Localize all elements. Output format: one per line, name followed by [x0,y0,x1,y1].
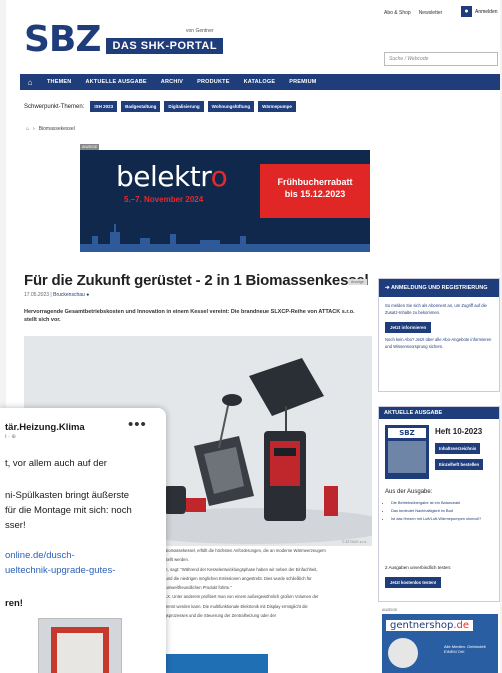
post-author[interactable]: tär.Heizung.Klima [5,422,85,433]
nav-item-archiv[interactable]: ARCHIV [154,79,190,85]
article-meta: 17.05.2023 | Bruckenschau ● [24,292,90,298]
body-line: estellt werden. [162,557,189,563]
skyline-graphic [80,224,370,252]
topic-badgestaltung[interactable]: Badgestaltung [121,101,161,112]
image-content [57,633,103,673]
article-lead: Hervorragende Gesamtbetriebskosten und I… [24,309,355,323]
issue-heading: AKTUELLE AUSGABE [379,407,499,419]
topic-wohnungslueftung[interactable]: Wohnungslüftung [207,101,255,112]
site-logo[interactable]: SBZ DAS SHK-PORTAL [24,19,224,60]
promo-line-2: bis 15.12.2023 [284,189,346,199]
banner-brand-b: o [210,160,228,193]
breadcrumb-current: Biomassekessel [38,126,75,132]
topics-bar: Schwerpunkt-Themen: ISH 2023 Badgestaltu… [24,101,296,112]
current-issue-box: AKTUELLE AUSGABE SBZ Heft 10-2023 Inhalt… [378,406,500,602]
topic-ish[interactable]: ISH 2023 [90,101,118,112]
home-icon[interactable]: ⌂ [26,126,29,132]
post-line: sser! [5,520,26,531]
portal-label: DAS SHK-PORTAL [106,38,224,54]
gentnershop-logo: gentnershop.de [386,620,474,631]
banner-brand-a: belektr [116,160,211,193]
search-input[interactable]: Suche / Webcode [384,52,498,66]
logo-text: SBZ [24,19,101,60]
post-link[interactable]: online.de/dusch- [5,550,75,561]
nav-item-premium[interactable]: PREMIUM [282,79,323,85]
article-date: 17.05.2023 [24,292,50,298]
post-line: ren! [5,598,23,609]
gentnershop-text: Alle Medien. Gebündelt EINEM Ort! [444,644,486,654]
post-line: ni-Spülkasten bringt äußerste [5,490,130,501]
nav-item-themen[interactable]: THEMEN [40,79,78,85]
home-icon[interactable]: ⌂ [20,78,40,87]
issue-cover[interactable]: SBZ [385,425,429,479]
body-line: ngsprozesses und die Steuerung der Zentr… [162,613,277,619]
body-line: d umweltfreundlichen Produkt führte." [162,585,232,591]
nav-item-aktuelle-ausgabe[interactable]: AKTUELLE AUSGABE [78,79,153,85]
issue-title: Heft 10-2023 [435,427,483,436]
topic-digitalisierung[interactable]: Digitalisierung [164,101,204,112]
more-options-icon[interactable]: ••• [128,416,147,433]
info-icon: ● [86,292,90,298]
top-links: Abo & Shop Newsletter [384,10,442,16]
newsletter-link[interactable]: Newsletter [419,10,443,16]
gentner-emblem [388,638,418,668]
user-icon: ● [461,6,472,17]
gn-brand-a: gentnershop [390,620,454,631]
photo-credit: © ATTACK s.r.o. [342,540,368,544]
body-line: r Biomassekessel, erfüllt die höchsten A… [162,548,326,553]
issue-from-label: Aus der Ausgabe: [385,489,433,495]
chevron-right-icon: › [33,126,35,132]
toc-button[interactable]: Inhaltsverzeichnis [435,443,481,454]
body-line: CK, sagt: "Während der Kesselentwicklung… [162,566,318,572]
login-heading-text: ANMELDUNG UND REGISTRIERUNG [390,285,488,291]
gn-brand-b: .de [453,620,470,631]
free-trial-button[interactable]: Jetzt kostenlos testen! [385,577,442,588]
blue-box[interactable] [162,654,268,673]
order-issue-button[interactable]: Einzelheft bestellen [435,459,484,470]
body-line: rbrennt werden kann. Die multifunktional… [162,603,308,609]
post-image[interactable] [38,618,122,673]
breadcrumb: ⌂ › Biomassekessel [26,126,75,132]
list-item[interactable]: Ist das Heizen mit Luft/Luft-Wärmepumpen… [391,516,499,522]
social-post-card[interactable]: tär.Heizung.Klima t · ⊕ ••• t, vor allem… [0,408,166,673]
list-item[interactable]: Die Betriebsübergabe ist ein Balanceakt [391,500,499,506]
ad-label: Anzeige [348,279,367,285]
account-button[interactable]: ● Anmelden [461,6,498,17]
cover-logo: SBZ [388,428,426,438]
promo-line-1: Frühbucherrabatt [277,177,353,187]
login-box: ➔ ANMELDUNG UND REGISTRIERUNG So melden … [378,278,500,392]
issue-article-list: Die Betriebsübergabe ist ein Balanceakt … [385,500,499,524]
login-icon: ➔ [385,285,390,291]
publisher-label: von Gentner [186,28,214,34]
account-label: Anmelden [475,8,498,15]
post-link[interactable]: ueltechnik-upgrade-gutes- [5,565,115,576]
login-text: So melden Sie sich als Abonnent an, um Z… [385,303,487,315]
login-heading: ➔ ANMELDUNG UND REGISTRIERUNG [379,279,499,297]
post-line: t, vor allem auch auf der [5,458,107,469]
free-trial-text: 2 Ausgaben unverbindlich testen: [385,565,452,570]
body-line: n und die niedrigen möglichen Emissionen… [162,575,312,581]
nav-item-produkte[interactable]: PRODUKTE [190,79,236,85]
abo-shop-link[interactable]: Abo & Shop [384,10,411,16]
topic-waermepumpe[interactable]: Wärmepumpe [258,101,296,112]
article-body: r Biomassekessel, erfüllt die höchsten A… [162,546,372,620]
body-line: SLX. Unter anderem profitiert man von ei… [162,594,319,600]
nav-item-kataloge[interactable]: KATALOGE [237,79,283,85]
login-info-button[interactable]: Jetzt informieren [385,322,432,333]
article-title: Für die Zukunft gerüstet - 2 in 1 Biomas… [24,272,369,289]
article-category[interactable]: Bruckenschau [53,292,85,298]
post-line: für die Montage mit sich: noch [5,505,132,516]
banner-dates: 5.–7. November 2024 [124,195,204,204]
cover-image [388,441,426,473]
banner-promo: Frühbucherrabatt bis 15.12.2023 [260,164,370,218]
list-item[interactable]: Das bedeutet Nachhaltigkeit im Bad [391,508,499,514]
main-nav: ⌂ THEMEN AKTUELLE AUSGABE ARCHIV PRODUKT… [20,74,500,90]
banner-ad[interactable]: belektro 5.–7. November 2024 Frühbucherr… [80,150,370,252]
topics-label: Schwerpunkt-Themen: [24,103,85,110]
ad-tag: ANZEIGE [382,608,398,612]
post-meta: t · ⊕ [5,434,17,440]
gentnershop-ad[interactable]: gentnershop.de Alle Medien. Gebündelt EI… [382,614,498,673]
banner-brand: belektro [116,160,228,193]
login-text-2: Noch kein Abo? Jetzt über alle Abo-Angeb… [385,337,492,349]
